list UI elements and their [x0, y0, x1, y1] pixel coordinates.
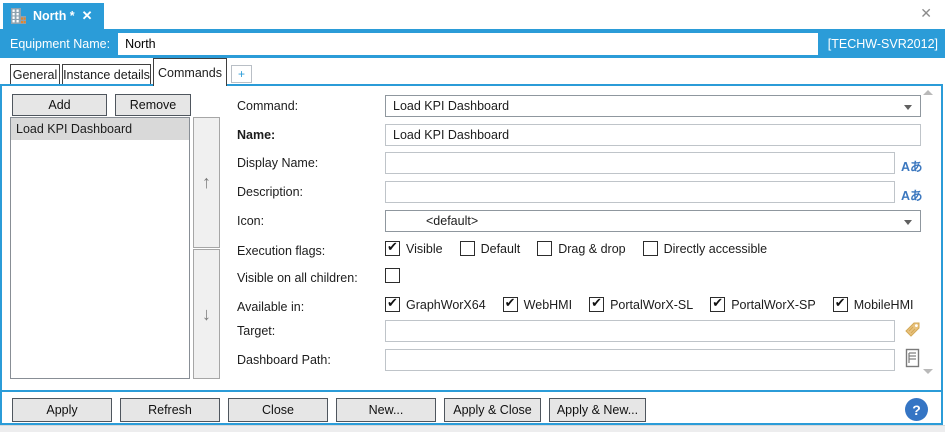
visible-on-all-children-label: Visible on all children: — [237, 271, 358, 285]
up-arrow-icon: ↑ — [202, 172, 211, 193]
help-button[interactable]: ? — [905, 398, 928, 421]
close-button[interactable]: Close — [228, 398, 328, 422]
name-label: Name: — [237, 128, 275, 142]
tab-instance-details[interactable]: Instance details — [62, 64, 151, 85]
chevron-down-icon — [904, 220, 912, 225]
command-combobox[interactable]: Load KPI Dashboard — [385, 95, 921, 117]
checkbox-icon[interactable] — [833, 297, 848, 312]
down-arrow-icon: ↓ — [202, 304, 211, 325]
chevron-down-icon — [904, 105, 912, 110]
checkbox-icon[interactable] — [460, 241, 475, 256]
execution-flags-group: Visible Default Drag & drop Directly acc… — [385, 241, 767, 256]
equipment-name-label: Equipment Name: — [10, 37, 110, 51]
tab-strip: General Instance details Commands + — [0, 58, 945, 84]
tab-add-button[interactable]: + — [231, 65, 252, 83]
checkbox-mobilehmi[interactable]: MobileHMI — [833, 297, 914, 312]
checkbox-icon[interactable] — [385, 268, 400, 283]
document-tab-north[interactable]: North * ✕ — [3, 3, 104, 29]
display-name-label: Display Name: — [237, 156, 318, 170]
tab-general[interactable]: General — [10, 64, 60, 85]
available-in-group: GraphWorX64 WebHMI PortalWorX-SL PortalW… — [385, 297, 913, 312]
checkbox-icon[interactable] — [385, 297, 400, 312]
localize-icon[interactable]: Aあ — [901, 185, 923, 204]
add-button[interactable]: Add — [12, 94, 107, 116]
dashboard-path-input[interactable] — [385, 349, 895, 371]
list-item-load-kpi-dashboard[interactable]: Load KPI Dashboard — [11, 118, 189, 140]
apply-and-close-button[interactable]: Apply & Close — [444, 398, 541, 422]
window-close-icon[interactable]: ✕ — [920, 5, 932, 22]
checkbox-icon[interactable] — [503, 297, 518, 312]
tag-icon[interactable] — [903, 320, 922, 339]
localize-icon[interactable]: Aあ — [901, 156, 923, 175]
commands-list[interactable]: Load KPI Dashboard — [10, 117, 190, 379]
equipment-name-bar: Equipment Name: [TECHW-SVR2012] — [0, 29, 945, 58]
checkbox-portalworx-sp[interactable]: PortalWorX-SP — [710, 297, 816, 312]
remove-button[interactable]: Remove — [115, 94, 191, 116]
visible-on-all-children-group — [385, 268, 400, 283]
tab-commands[interactable]: Commands — [153, 58, 227, 86]
scroll-up-icon[interactable] — [923, 90, 933, 95]
target-label: Target: — [237, 324, 275, 338]
icon-label: Icon: — [237, 214, 264, 228]
checkbox-webhmi[interactable]: WebHMI — [503, 297, 572, 312]
dashboard-path-label: Dashboard Path: — [237, 353, 331, 367]
icon-combobox[interactable]: <default> — [385, 210, 921, 232]
checkbox-graphworx64[interactable]: GraphWorX64 — [385, 297, 486, 312]
command-label: Command: — [237, 99, 298, 113]
commands-tab-content: Add Remove Load KPI Dashboard ↑ ↓ Comman… — [0, 84, 943, 425]
server-name-label: [TECHW-SVR2012] — [828, 37, 938, 51]
checkbox-default[interactable]: Default — [460, 241, 521, 256]
checkbox-icon[interactable] — [643, 241, 658, 256]
checkbox-icon[interactable] — [589, 297, 604, 312]
execution-flags-label: Execution flags: — [237, 244, 325, 258]
checkbox-directly-accessible[interactable]: Directly accessible — [643, 241, 768, 256]
browse-file-icon[interactable] — [905, 348, 920, 368]
equipment-editor-window: North * ✕ ✕ Equipment Name: [TECHW-SVR20… — [0, 0, 945, 432]
move-down-button[interactable]: ↓ — [193, 249, 220, 379]
display-name-input[interactable] — [385, 152, 895, 174]
question-mark-icon: ? — [912, 402, 921, 418]
footer-separator — [2, 390, 941, 392]
description-label: Description: — [237, 185, 303, 199]
status-strip — [0, 425, 945, 432]
equipment-name-input[interactable] — [118, 33, 818, 55]
checkbox-icon[interactable] — [537, 241, 552, 256]
move-up-button[interactable]: ↑ — [193, 117, 220, 248]
checkbox-icon[interactable] — [710, 297, 725, 312]
available-in-label: Available in: — [237, 300, 304, 314]
document-tab-title: North * — [33, 9, 75, 23]
checkbox-portalworx-sl[interactable]: PortalWorX-SL — [589, 297, 693, 312]
apply-button[interactable]: Apply — [12, 398, 112, 422]
equipment-icon — [11, 8, 26, 24]
scroll-down-icon[interactable] — [923, 369, 933, 374]
checkbox-visible[interactable]: Visible — [385, 241, 443, 256]
checkbox-icon[interactable] — [385, 241, 400, 256]
refresh-button[interactable]: Refresh — [120, 398, 220, 422]
target-input[interactable] — [385, 320, 895, 342]
name-input[interactable]: Load KPI Dashboard — [385, 124, 921, 146]
apply-and-new-button[interactable]: Apply & New... — [549, 398, 646, 422]
description-input[interactable] — [385, 181, 895, 203]
checkbox-drag-drop[interactable]: Drag & drop — [537, 241, 625, 256]
new-button[interactable]: New... — [336, 398, 436, 422]
checkbox-visible-on-all-children[interactable] — [385, 268, 400, 283]
document-tab-close-icon[interactable]: ✕ — [82, 8, 93, 24]
